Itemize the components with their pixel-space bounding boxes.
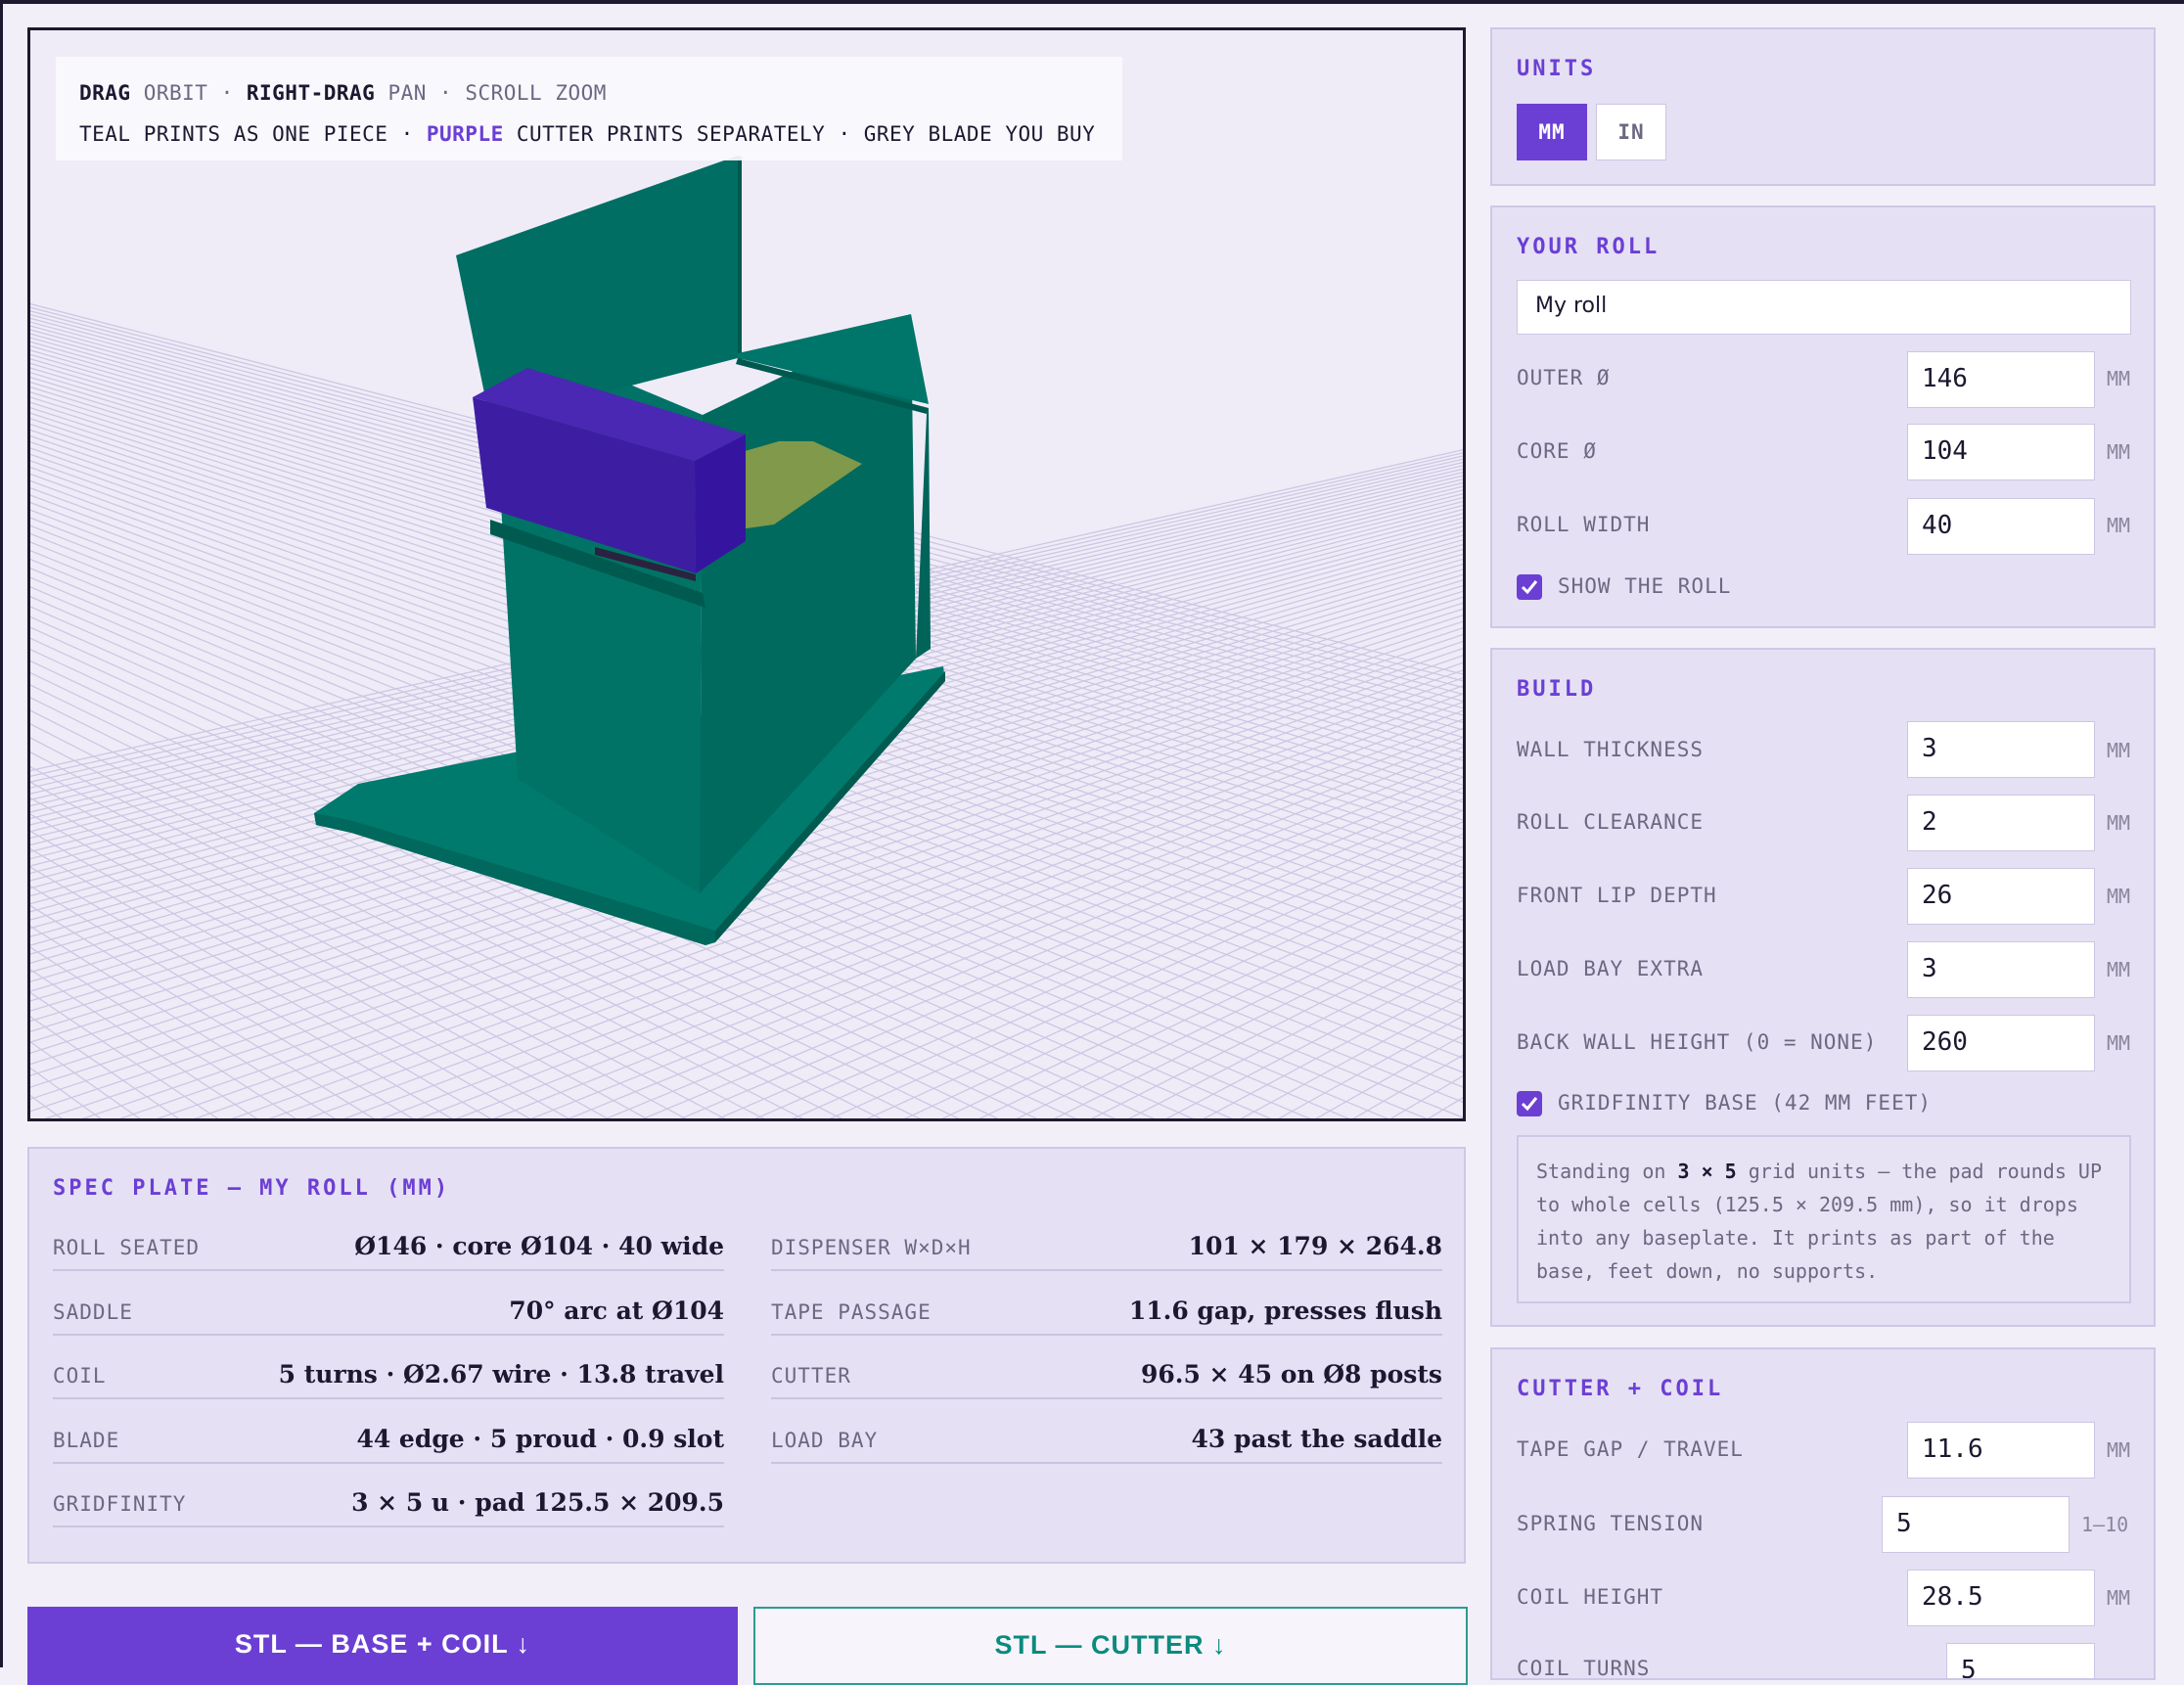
hint-line-colors: TEAL PRINTS AS ONE PIECE · PURPLE CUTTER… [79, 114, 1099, 155]
spec-value: 43 past the saddle [1191, 1424, 1442, 1453]
spec-row-divider [771, 1333, 1442, 1336]
roll-clearance-input[interactable]: 2 [1907, 795, 2095, 851]
coil-turns-input[interactable]: 5 [1946, 1643, 2095, 1678]
spring-tension-label: SPRING TENSION [1517, 1512, 1705, 1535]
tape-gap-input[interactable]: 11.6 [1907, 1422, 2095, 1479]
coil-turns-label: COIL TURNS [1517, 1657, 1651, 1680]
spec-row-divider [53, 1333, 724, 1336]
load-bay-extra-input[interactable]: 3 [1907, 941, 2095, 998]
spec-row-divider [53, 1461, 724, 1464]
spec-value: 70° arc at Ø104 [509, 1296, 724, 1325]
wall-thickness-input[interactable]: 3 [1907, 721, 2095, 778]
roll-clearance-label: ROLL CLEARANCE [1517, 810, 1705, 834]
load-bay-extra-label: LOAD BAY EXTRA [1517, 957, 1705, 980]
wall-thickness-unit: MM [2107, 739, 2131, 762]
spec-value: 11.6 gap, presses flush [1128, 1296, 1442, 1325]
spec-row-divider [53, 1526, 724, 1527]
front-lip-depth-label: FRONT LIP DEPTH [1517, 884, 1717, 907]
core-diameter-input[interactable]: 104 [1907, 424, 2095, 480]
3d-viewport[interactable]: DRAG ORBIT · RIGHT-DRAG PAN · SCROLL ZOO… [27, 27, 1466, 1121]
spec-value: 5 turns · Ø2.67 wire · 13.8 travel [278, 1360, 724, 1389]
roll-width-label: ROLL WIDTH [1517, 513, 1651, 536]
back-wall [456, 156, 738, 422]
note-text-start: Standing on [1536, 1160, 1678, 1183]
spec-row-divider [53, 1397, 724, 1399]
roll-name-input[interactable]: My roll [1517, 280, 2131, 335]
hint-segment: ORBIT · [130, 81, 247, 105]
core-diameter-unit: MM [2107, 440, 2131, 464]
back-wall-top [738, 156, 742, 363]
coil-height-unit: MM [2107, 1586, 2131, 1610]
spec-plate-title: SPEC PLATE — MY ROLL (MM) [53, 1176, 451, 1201]
spring-tension-unit: 1–10 [2081, 1513, 2129, 1536]
spec-row-divider [771, 1461, 1442, 1464]
spring-tension-input[interactable]: 5 [1882, 1496, 2070, 1553]
gridfinity-label[interactable]: GRIDFINITY BASE (42 MM FEET) [1558, 1091, 1932, 1115]
spec-row-divider [771, 1397, 1442, 1399]
spec-row-divider [771, 1269, 1442, 1271]
grid-line [30, 30, 171, 1118]
outer-diameter-input[interactable]: 146 [1907, 351, 2095, 408]
hint-line-controls: DRAG ORBIT · RIGHT-DRAG PAN · SCROLL ZOO… [79, 72, 1099, 114]
checkmark-icon [1521, 580, 1538, 595]
window-left-border [0, 0, 3, 1667]
spec-value: 96.5 × 45 on Ø8 posts [1140, 1360, 1442, 1389]
spec-value: 101 × 179 × 264.8 [1188, 1232, 1442, 1260]
hint-segment: PURPLE [426, 122, 504, 146]
cutter-coil-title: CUTTER + COIL [1517, 1377, 1724, 1401]
front-lip-depth-input[interactable]: 26 [1907, 868, 2095, 925]
core-diameter-label: CORE Ø [1517, 439, 1597, 463]
window-top-border [0, 0, 2184, 4]
roll-clearance-unit: MM [2107, 811, 2131, 835]
wall-thickness-label: WALL THICKNESS [1517, 738, 1705, 761]
hint-segment: PAN · SCROLL ZOOM [375, 81, 607, 105]
download-base-coil-button[interactable]: STL — BASE + COIL ↓ [27, 1607, 738, 1685]
build-title: BUILD [1517, 677, 1597, 702]
hint-segment: TEAL PRINTS AS ONE PIECE · [79, 122, 427, 146]
load-bay-extra-unit: MM [2107, 958, 2131, 981]
coil-height-input[interactable]: 28.5 [1907, 1570, 2095, 1626]
roll-width-unit: MM [2107, 514, 2131, 537]
grid-line [30, 30, 477, 1118]
unit-in-button[interactable]: IN [1596, 104, 1666, 160]
cutter-coil-panel: CUTTER + COIL TAPE GAP / TRAVEL 11.6 MM … [1490, 1347, 2156, 1680]
grid-line [30, 1094, 63, 1118]
back-wall-height-input[interactable]: 260 [1907, 1015, 2095, 1071]
spec-value: Ø146 · core Ø104 · 40 wide [354, 1232, 724, 1260]
roll-width-input[interactable]: 40 [1907, 498, 2095, 555]
note-grid-units: 3 × 5 [1677, 1160, 1737, 1183]
show-roll-checkbox[interactable] [1517, 574, 1542, 600]
outer-diameter-label: OUTER Ø [1517, 366, 1611, 389]
gridfinity-note: Standing on 3 × 5 grid units — the pad r… [1517, 1135, 2131, 1303]
grid-line [1310, 69, 1463, 1118]
tape-gap-label: TAPE GAP / TRAVEL [1517, 1437, 1744, 1461]
hint-segment: CUTTER PRINTS SEPARATELY · GREY BLADE YO… [503, 122, 1096, 146]
hint-segment: DRAG [79, 81, 131, 105]
outer-diameter-unit: MM [2107, 367, 2131, 390]
spec-row-divider [53, 1269, 724, 1271]
tape-gap-unit: MM [2107, 1438, 2131, 1462]
units-panel: UNITS MM IN [1490, 27, 2156, 186]
spec-value: 3 × 5 u · pad 125.5 × 209.5 [351, 1488, 724, 1517]
gridfinity-checkbox[interactable] [1517, 1091, 1542, 1116]
checkmark-icon [1521, 1097, 1538, 1112]
coil-height-label: COIL HEIGHT [1517, 1585, 1664, 1609]
show-roll-label[interactable]: SHOW THE ROLL [1558, 574, 1731, 598]
download-cutter-button[interactable]: STL — CUTTER ↓ [753, 1607, 1468, 1685]
grid-line [30, 30, 375, 1118]
model-scene [30, 30, 1463, 1118]
spec-plate: SPEC PLATE — MY ROLL (MM) ROLL SEATED Ø14… [27, 1147, 1466, 1564]
hint-segment: RIGHT-DRAG [246, 81, 376, 105]
back-wall-height-label: BACK WALL HEIGHT (0 = NONE) [1517, 1030, 1878, 1054]
spec-value: 44 edge · 5 proud · 0.9 slot [356, 1424, 724, 1453]
back-wall-height-unit: MM [2107, 1031, 2131, 1055]
your-roll-title: YOUR ROLL [1517, 235, 1661, 259]
grid-line [30, 30, 69, 1118]
viewport-hint: DRAG ORBIT · RIGHT-DRAG PAN · SCROLL ZOO… [56, 57, 1122, 160]
front-lip-depth-unit: MM [2107, 885, 2131, 908]
unit-mm-button[interactable]: MM [1517, 104, 1587, 160]
your-roll-panel: YOUR ROLL My roll OUTER Ø 146 MM CORE Ø … [1490, 205, 2156, 628]
units-title: UNITS [1517, 57, 1597, 81]
